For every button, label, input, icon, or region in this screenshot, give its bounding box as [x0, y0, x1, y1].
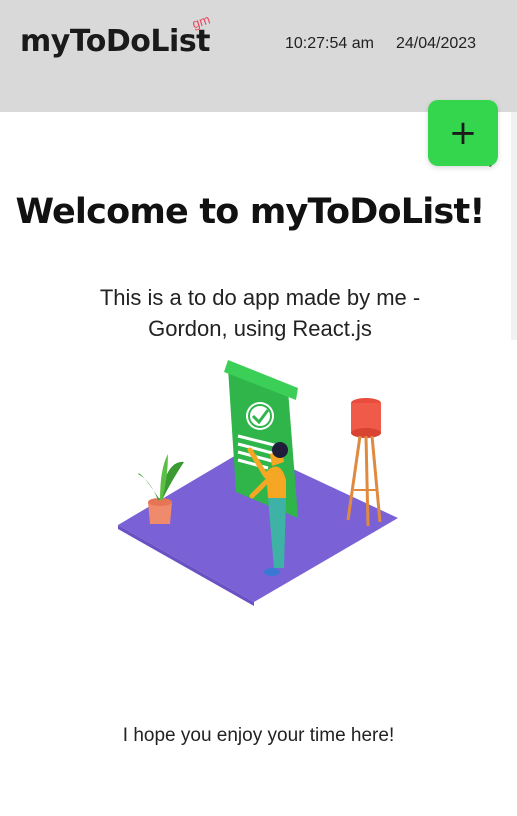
app-header: myToDoList gm 10:27:54 am 24/04/2023: [0, 0, 517, 112]
todo-list-illustration: [118, 360, 398, 606]
clock-time: 10:27:54 am: [285, 35, 374, 52]
welcome-title: Welcome to myToDoList!: [15, 192, 485, 232]
scrollbar-track[interactable]: [511, 112, 517, 340]
clock-date: 24/04/2023: [396, 35, 477, 52]
add-todo-button[interactable]: +: [428, 100, 498, 166]
intro-text: This is a to do app made by me - Gordon,…: [99, 285, 421, 341]
plus-icon: +: [448, 113, 478, 153]
app-logo[interactable]: myToDoList: [20, 24, 211, 59]
footer-message: I hope you enjoy your time here!: [122, 725, 395, 746]
